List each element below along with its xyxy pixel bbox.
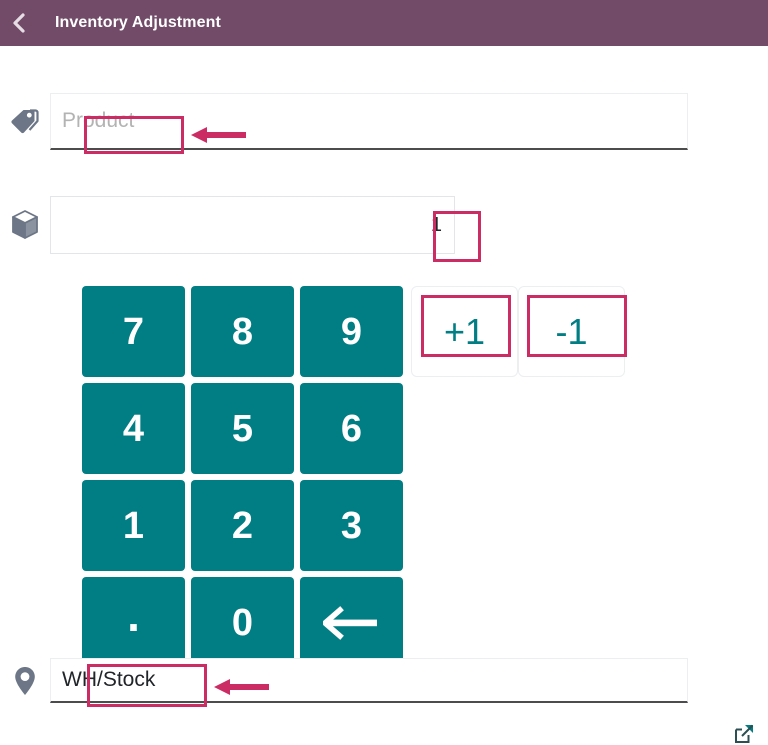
cube-icon	[0, 209, 50, 241]
key-2[interactable]: 2	[191, 480, 294, 571]
numeric-keypad: 7 8 9 4 5 6 1 2 3 . 0	[82, 286, 403, 668]
location-field-row: WH/Stock	[0, 658, 688, 703]
key-backspace[interactable]	[300, 577, 403, 668]
back-button[interactable]	[0, 0, 38, 46]
increment-buttons: +1 -1	[411, 286, 625, 377]
key-8[interactable]: 8	[191, 286, 294, 377]
product-input[interactable]: Product	[50, 93, 688, 150]
app-header: Inventory Adjustment	[0, 0, 768, 46]
page-title: Inventory Adjustment	[55, 14, 221, 31]
backspace-arrow-icon	[322, 605, 381, 640]
quantity-input[interactable]: 1	[50, 196, 455, 254]
key-1[interactable]: 1	[82, 480, 185, 571]
minus-one-button[interactable]: -1	[518, 286, 625, 377]
key-7[interactable]: 7	[82, 286, 185, 377]
key-9[interactable]: 9	[300, 286, 403, 377]
tags-icon	[0, 108, 50, 135]
chevron-left-icon	[12, 12, 26, 34]
key-6[interactable]: 6	[300, 383, 403, 474]
quantity-field-row: 1	[0, 196, 455, 254]
key-3[interactable]: 3	[300, 480, 403, 571]
key-5[interactable]: 5	[191, 383, 294, 474]
product-placeholder: Product	[62, 109, 135, 132]
key-4[interactable]: 4	[82, 383, 185, 474]
key-decimal[interactable]: .	[82, 577, 185, 668]
quantity-value: 1	[430, 213, 442, 236]
map-marker-icon	[0, 665, 50, 697]
product-field-row: Product	[0, 93, 688, 150]
external-link-icon[interactable]	[733, 723, 755, 745]
adjustment-form: Product 1 7 8 9 4 5 6 1 2 3 . 0 +1 -1 WH…	[0, 46, 768, 743]
key-0[interactable]: 0	[191, 577, 294, 668]
location-input[interactable]: WH/Stock	[50, 658, 688, 703]
location-value: WH/Stock	[62, 668, 156, 691]
plus-one-button[interactable]: +1	[411, 286, 518, 377]
